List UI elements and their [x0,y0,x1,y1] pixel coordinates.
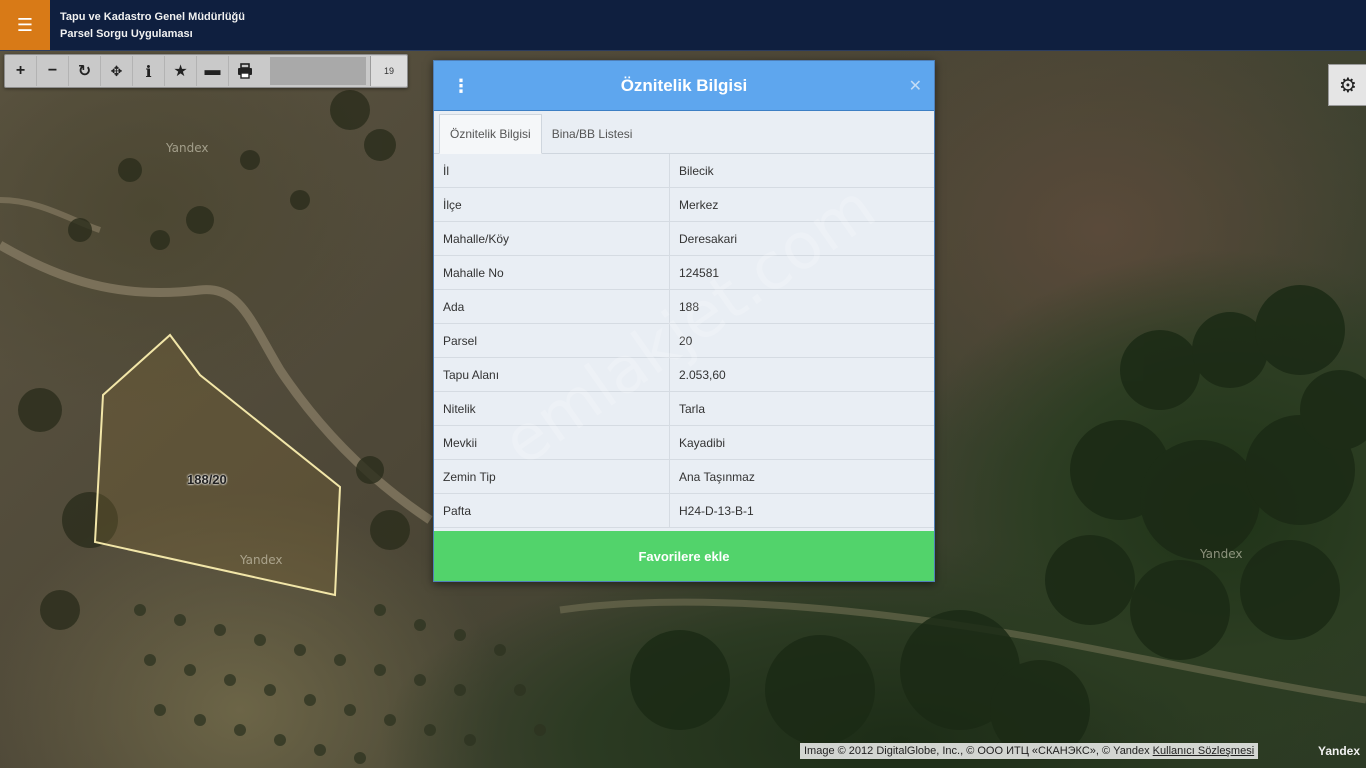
attribute-row: Ada 188 [434,289,934,324]
map-attribution: Image © 2012 DigitalGlobe, Inc., © ООО И… [800,743,1259,759]
attribute-row: Parsel 20 [434,323,934,358]
tab-attribute-info[interactable]: Öznitelik Bilgisi [439,114,542,154]
attribute-row: Zemin Tip Ana Taşınmaz [434,459,934,494]
star-icon: ★ [173,63,188,80]
attribution-text: Image © 2012 DigitalGlobe, Inc., © ООО И… [804,745,1150,757]
attribute-key: Mevkii [434,425,670,460]
attribute-value: H24-D-13-B-1 [669,493,934,528]
attribute-key: Tapu Alanı [434,357,670,392]
dialog-tabs: Öznitelik Bilgisi Bina/BB Listesi [434,111,934,154]
zoom-in-button[interactable]: + [5,56,37,86]
zoom-level-display: 19 [370,56,407,86]
tile-watermark: Yandex [1200,547,1243,561]
attribute-key: Ada [434,289,670,324]
info-icon: i [145,61,152,81]
attribute-value: 124581 [669,255,934,290]
attribute-key: Mahalle/Köy [434,221,670,256]
refresh-button[interactable]: ↻ [69,56,101,86]
zoom-out-button[interactable]: − [37,56,69,86]
app-title-line2: Parsel Sorgu Uygulaması [60,28,193,40]
attribute-row: Mahalle/Köy Deresakari [434,221,934,256]
attribute-value: Kayadibi [669,425,934,460]
pan-button[interactable]: ✥ [101,56,133,86]
tab-building-list[interactable]: Bina/BB Listesi [542,115,643,153]
app-title: Tapu ve Kadastro Genel Müdürlüğü Parsel … [60,9,245,43]
attribute-row: Tapu Alanı 2.053,60 [434,357,934,392]
yandex-logo: Yandex [1318,744,1361,758]
attribute-row: Nitelik Tarla [434,391,934,426]
gear-icon: ⚙ [1339,74,1357,97]
app-header: ☰ Tapu ve Kadastro Genel Müdürlüğü Parse… [0,0,1366,51]
app-title-line1: Tapu ve Kadastro Genel Müdürlüğü [60,11,245,23]
attribute-key: Parsel [434,323,670,358]
dialog-close-button[interactable]: ✕ [909,76,922,96]
parcel-polygon [93,333,342,597]
hamburger-menu-button[interactable]: ☰ [0,0,50,50]
zoom-out-icon: − [47,62,58,79]
attribute-row: Pafta H24-D-13-B-1 [434,493,934,528]
pan-icon: ✥ [110,62,123,79]
add-to-favorites-button[interactable]: Favorilere ekle [434,531,934,581]
print-icon [237,63,252,79]
attribute-value: Deresakari [669,221,934,256]
attribute-table: İl Bilecik İlçe Merkez Mahalle/Köy Deresakari… [434,154,934,528]
attribute-row: İl Bilecik [434,154,934,188]
attribute-key: İlçe [434,187,670,222]
dialog-header: ⋮ Öznitelik Bilgisi ✕ [434,61,934,111]
attribute-row: Mahalle No 124581 [434,255,934,290]
attribute-key: Zemin Tip [434,459,670,494]
measure-icon: ▬ [204,62,221,79]
print-button[interactable] [229,56,260,86]
settings-button[interactable]: ⚙ [1328,64,1366,106]
map-toolbar: + − ↻ ✥ i ★ ▬ 19 [4,54,408,88]
parcel-label: 188/20 [187,472,227,487]
attribute-value: 2.053,60 [669,357,934,392]
refresh-icon: ↻ [77,63,92,80]
measure-button[interactable]: ▬ [197,56,229,86]
attribute-value: Merkez [669,187,934,222]
favorites-button[interactable]: ★ [165,56,197,86]
zoom-in-icon: + [15,62,26,79]
attribute-key: İl [434,154,670,188]
attribute-row: Mevkii Kayadibi [434,425,934,460]
attribute-key: Nitelik [434,391,670,426]
info-button[interactable]: i [133,56,165,86]
attribute-value: Bilecik [669,154,934,188]
attribute-key: Pafta [434,493,670,528]
hamburger-icon: ☰ [16,14,34,35]
dialog-title: Öznitelik Bilgisi [620,76,748,95]
terms-link[interactable]: Kullanıcı Sözleşmesi [1153,745,1255,757]
attribute-row: İlçe Merkez [434,187,934,222]
attribute-value: 188 [669,289,934,324]
attribute-value: 20 [669,323,934,358]
orchard [134,604,546,764]
attribute-key: Mahalle No [434,255,670,290]
tile-watermark: Yandex [240,553,283,567]
attribute-dialog: ⋮ Öznitelik Bilgisi ✕ Öznitelik Bilgisi … [433,60,935,582]
attribute-value: Ana Taşınmaz [669,459,934,494]
close-icon: ✕ [908,78,922,95]
attribute-value: Tarla [669,391,934,426]
tile-watermark: Yandex [166,141,209,155]
search-box[interactable] [270,57,366,85]
